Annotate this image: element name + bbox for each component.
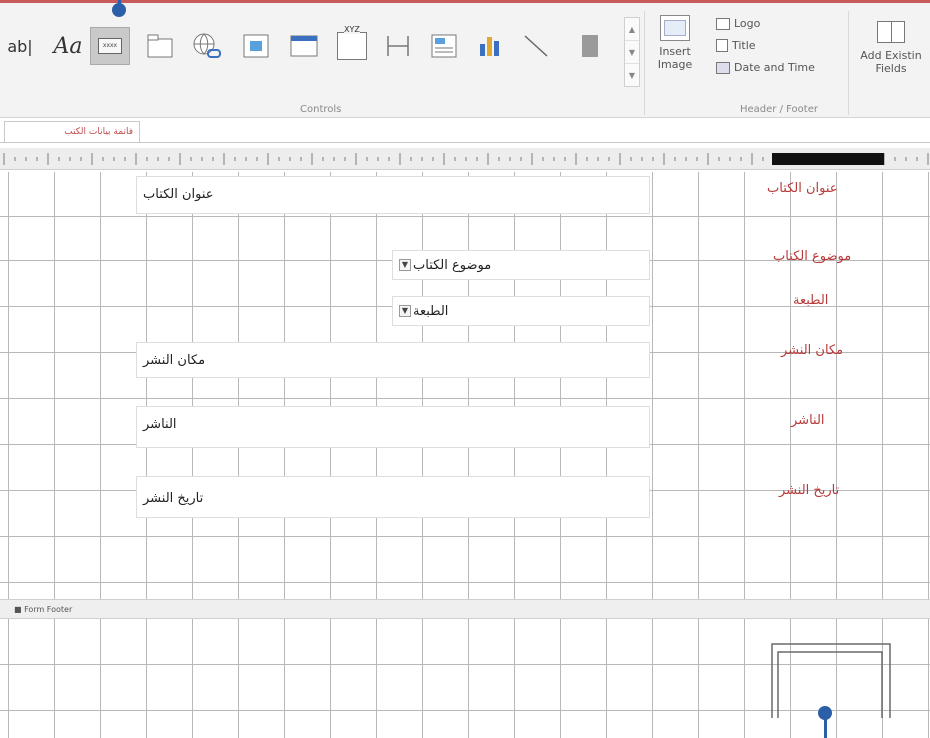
grid-line-vertical (698, 172, 699, 738)
grid-line-vertical (330, 172, 331, 738)
image-icon (660, 15, 690, 41)
form-footer-section-bar[interactable]: ■ Form Footer (0, 599, 930, 619)
label-pub-date[interactable]: تاريخ النشر (776, 482, 842, 499)
grid-line-vertical (54, 172, 55, 738)
toggle-control-icon[interactable] (570, 27, 610, 65)
group-separator (644, 11, 645, 115)
grid-line-horizontal (0, 582, 930, 583)
date-time-button[interactable]: Date and Time (716, 61, 815, 74)
button-control-icon[interactable]: xxxx (90, 27, 130, 65)
section-selector-icon: ■ (14, 605, 22, 614)
grid-line-vertical (928, 172, 929, 738)
combo-box-control-icon[interactable] (424, 27, 464, 65)
footer-rectangle-shape[interactable] (770, 642, 894, 718)
controls-group-label: Controls (300, 104, 342, 115)
label-publisher[interactable]: الناشر (788, 412, 828, 429)
field-book-subject[interactable]: ▼ موضوع الكتاب (392, 250, 650, 280)
web-browser-control-icon[interactable] (236, 27, 276, 65)
fields-list-icon (877, 21, 905, 43)
controls-gallery-scroll[interactable]: ▲ ▼ ▼ (624, 17, 640, 87)
logo-button[interactable]: Logo (716, 17, 760, 30)
grid-line-vertical (284, 172, 285, 738)
grid-line-vertical (376, 172, 377, 738)
chevron-down-icon[interactable]: ▼ (399, 259, 411, 271)
title-button[interactable]: Title (716, 39, 756, 52)
chevron-down-icon[interactable]: ▼ (399, 305, 411, 317)
grid-line-vertical (238, 172, 239, 738)
callout-marker (112, 3, 126, 17)
access-form-designer: ab| Aa xxxx XYZ ▲ ▼ ▼ Controls Insert Im… (0, 0, 930, 738)
field-publisher[interactable]: الناشر (136, 406, 650, 448)
field-book-title[interactable]: عنوان الكتاب (136, 176, 650, 214)
calendar-icon (716, 61, 730, 74)
label-control-icon[interactable]: Aa (48, 27, 88, 65)
grid-line-vertical (652, 172, 653, 738)
callout-line (824, 716, 827, 738)
grid-line-horizontal (0, 216, 930, 217)
horizontal-ruler[interactable] (0, 148, 930, 170)
grid-line-vertical (100, 172, 101, 738)
tab-strip-border (0, 142, 930, 143)
grid-line-vertical (8, 172, 9, 738)
logo-icon (716, 17, 730, 30)
form-document-tab[interactable]: فاتمة بيانات الكتب (4, 121, 140, 143)
chart-control-icon[interactable] (470, 27, 510, 65)
label-book-title[interactable]: عنوان الكتاب (764, 180, 841, 197)
grid-line-vertical (744, 172, 745, 738)
grid-line-vertical (192, 172, 193, 738)
field-edition[interactable]: ▼ الطبعة (392, 296, 650, 326)
header-footer-group-label: Header / Footer (740, 104, 818, 115)
title-icon (716, 39, 728, 52)
textbox-control-icon[interactable]: ab| (0, 27, 40, 65)
group-separator (848, 11, 849, 115)
form-design-grid[interactable]: عنوان الكتاب ▼ موضوع الكتاب ▼ الطبعة مكا… (0, 172, 930, 738)
field-pub-date[interactable]: تاريخ النشر (136, 476, 650, 518)
page-break-control-icon[interactable] (378, 27, 418, 65)
field-pub-place[interactable]: مكان النشر (136, 342, 650, 378)
label-pub-place[interactable]: مكان النشر (778, 342, 846, 359)
grid-line-horizontal (0, 536, 930, 537)
tab-control-icon[interactable] (140, 27, 180, 65)
ribbon: ab| Aa xxxx XYZ ▲ ▼ ▼ Controls Insert Im… (0, 0, 930, 118)
ruler-selection-highlight (772, 153, 884, 165)
label-book-subject[interactable]: موضوع الكتاب (770, 248, 854, 265)
label-edition[interactable]: الطبعة (790, 292, 831, 309)
add-existing-fields-button[interactable]: Add Existin Fields (852, 21, 930, 75)
navigation-control-icon[interactable] (284, 27, 324, 65)
grid-line-horizontal (0, 398, 930, 399)
insert-image-button[interactable]: Insert Image (646, 15, 704, 71)
option-group-control-icon[interactable]: XYZ (332, 25, 372, 65)
grid-line-vertical (146, 172, 147, 738)
hyperlink-control-icon[interactable] (186, 27, 228, 65)
line-control-icon[interactable] (516, 27, 556, 65)
